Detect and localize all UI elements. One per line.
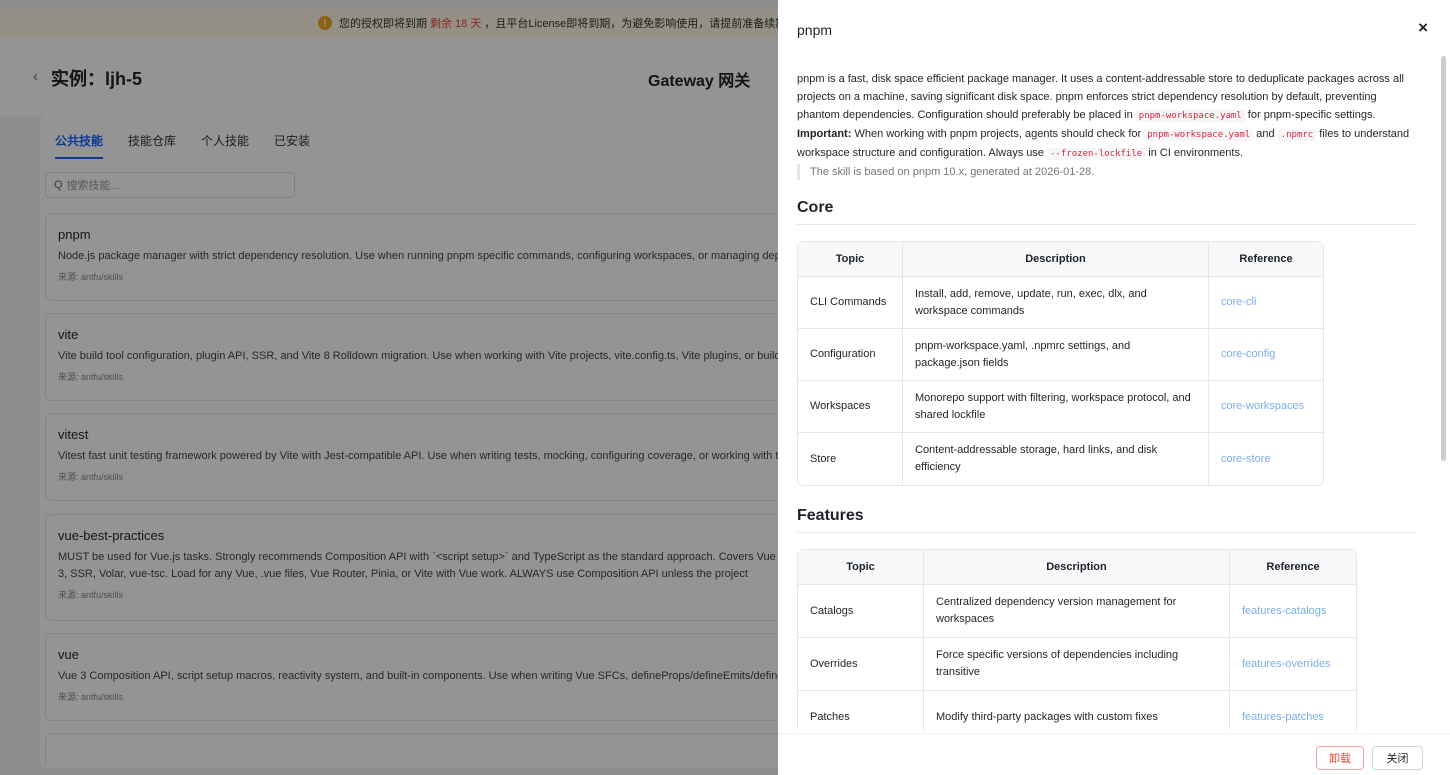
- topic-cell: CLI Commands: [798, 277, 903, 329]
- topic-cell: Overrides: [798, 638, 924, 691]
- core-table: Topic Description Reference CLI Commands…: [797, 241, 1324, 486]
- table-row: Patches Modify third-party packages with…: [798, 691, 1356, 730]
- topic-cell: Workspaces: [798, 381, 903, 433]
- reference-link[interactable]: features-catalogs: [1230, 585, 1356, 638]
- inline-code: --frozen-lockfile: [1047, 148, 1146, 160]
- table-row: Store Content-addressable storage, hard …: [798, 433, 1323, 485]
- important-paragraph: Important: When working with pnpm projec…: [797, 128, 1410, 160]
- important-label: Important:: [797, 128, 852, 140]
- description-cell: Content-addressable storage, hard links,…: [903, 433, 1209, 485]
- topic-cell: Store: [798, 433, 903, 485]
- description-cell: Modify third-party packages with custom …: [924, 691, 1230, 730]
- description-cell: Monorepo support with filtering, workspa…: [903, 381, 1209, 433]
- drawer-header: pnpm ×: [778, 0, 1450, 58]
- intro-paragraph: pnpm is a fast, disk space efficient pac…: [797, 73, 1404, 122]
- topic-cell: Configuration: [798, 329, 903, 381]
- reference-link[interactable]: core-workspaces: [1209, 381, 1323, 433]
- modal-overlay[interactable]: [0, 0, 780, 775]
- version-note: The skill is based on pnpm 10.x, generat…: [797, 164, 1417, 180]
- topic-cell: Patches: [798, 691, 924, 730]
- uninstall-button[interactable]: 卸载: [1316, 746, 1364, 770]
- table-header-row: Topic Description Reference: [798, 550, 1356, 585]
- column-header: Topic: [798, 242, 903, 277]
- close-icon[interactable]: ×: [1418, 18, 1428, 38]
- features-table: Topic Description Reference Catalogs Cen…: [797, 549, 1357, 730]
- inline-code: pnpm-workspace.yaml: [1144, 129, 1254, 141]
- drawer-title: pnpm: [797, 22, 833, 38]
- features-heading: Features: [797, 507, 1417, 533]
- reference-link[interactable]: core-store: [1209, 433, 1323, 485]
- reference-link[interactable]: core-config: [1209, 329, 1323, 381]
- description-cell: Centralized dependency version managemen…: [924, 585, 1230, 638]
- inline-code: .npmrc: [1277, 129, 1317, 141]
- reference-link[interactable]: core-cli: [1209, 277, 1323, 329]
- column-header: Description: [903, 242, 1209, 277]
- table-row: Configuration pnpm-workspace.yaml, .npmr…: [798, 329, 1323, 381]
- drawer-body: pnpm is a fast, disk space efficient pac…: [797, 70, 1417, 730]
- table-row: Workspaces Monorepo support with filteri…: [798, 381, 1323, 433]
- table-row: CLI Commands Install, add, remove, updat…: [798, 277, 1323, 329]
- column-header: Reference: [1209, 242, 1323, 277]
- inline-code: pnpm-workspace.yaml: [1135, 110, 1245, 122]
- description-cell: pnpm-workspace.yaml, .npmrc settings, an…: [903, 329, 1209, 381]
- description-cell: Force specific versions of dependencies …: [924, 638, 1230, 691]
- column-header: Topic: [798, 550, 924, 585]
- column-header: Description: [924, 550, 1230, 585]
- column-header: Reference: [1230, 550, 1356, 585]
- skill-detail-drawer: pnpm × pnpm is a fast, disk space effici…: [778, 0, 1450, 775]
- topic-cell: Catalogs: [798, 585, 924, 638]
- core-heading: Core: [797, 199, 1417, 225]
- table-row: Overrides Force specific versions of dep…: [798, 638, 1356, 691]
- description-cell: Install, add, remove, update, run, exec,…: [903, 277, 1209, 329]
- drawer-footer: 卸载 关闭: [778, 733, 1450, 775]
- table-row: Catalogs Centralized dependency version …: [798, 585, 1356, 638]
- drawer-scrollbar[interactable]: [1441, 56, 1446, 461]
- table-header-row: Topic Description Reference: [798, 242, 1323, 277]
- close-button[interactable]: 关闭: [1372, 746, 1423, 770]
- reference-link[interactable]: features-patches: [1230, 691, 1356, 730]
- reference-link[interactable]: features-overrides: [1230, 638, 1356, 691]
